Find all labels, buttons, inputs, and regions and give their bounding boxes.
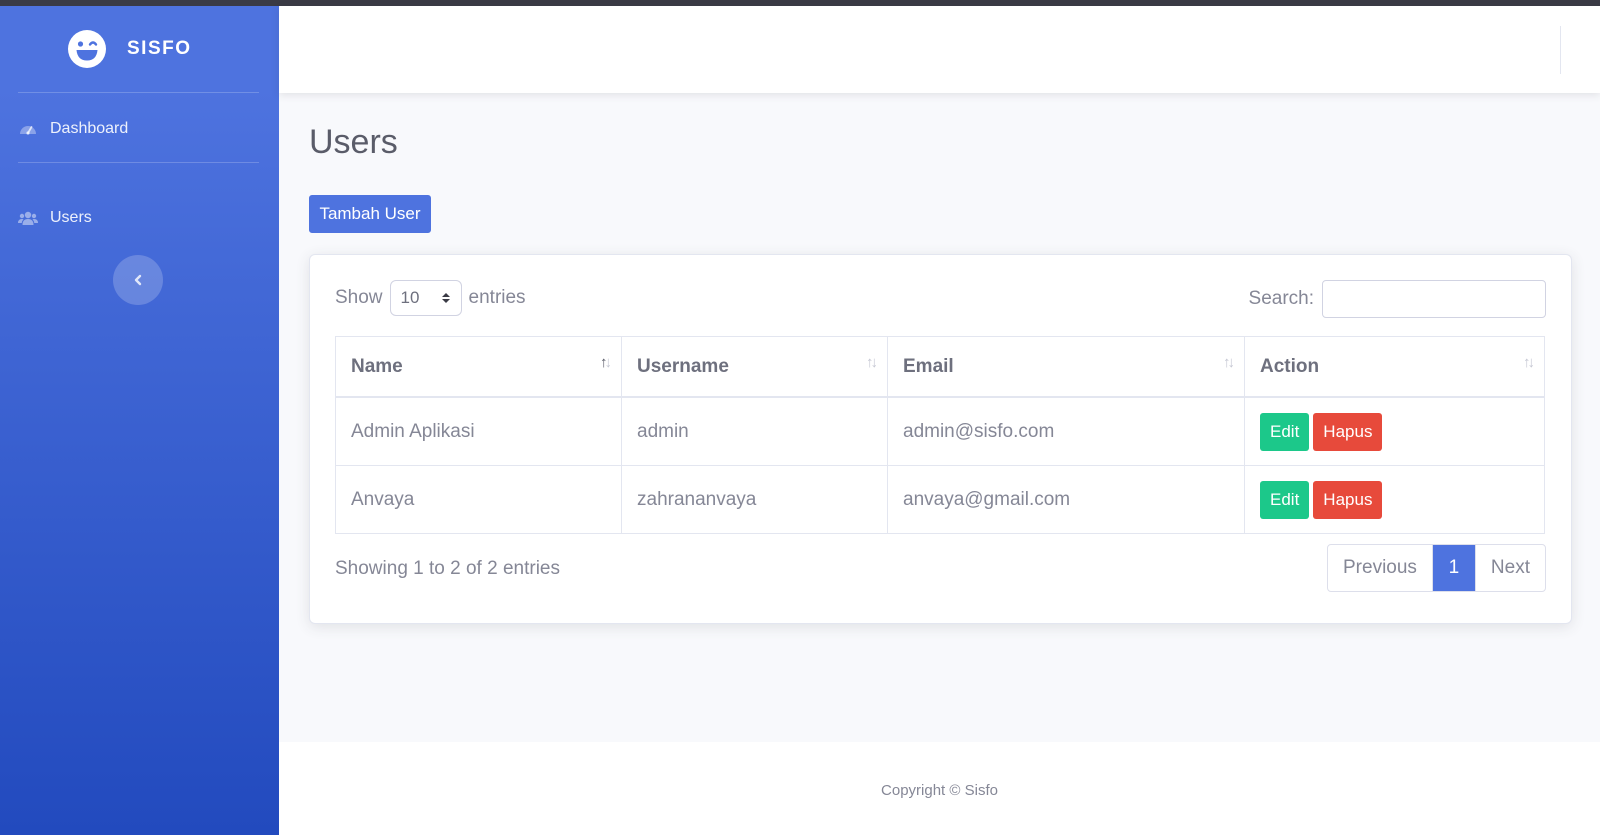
sidebar: SISFO Dashboard Users: [0, 6, 279, 835]
sidebar-divider: [18, 92, 259, 93]
users-table-card: Show 10 entries Search: Name ↑↓ Username…: [309, 254, 1572, 624]
edit-button[interactable]: Edit: [1260, 480, 1310, 519]
page-title: Users: [309, 123, 398, 161]
length-prefix: Show: [335, 287, 383, 308]
sort-icon: ↑↓: [1223, 354, 1235, 371]
users-table: Name ↑↓ Username ↑↓ Email ↑↓ Action ↑↓ A…: [335, 336, 1545, 534]
sidebar-toggle-button[interactable]: [113, 255, 163, 305]
length-suffix: entries: [468, 287, 526, 308]
sidebar-item-dashboard[interactable]: Dashboard: [18, 119, 128, 139]
cell-username: admin: [621, 396, 888, 466]
cell-action: Edit Hapus: [1244, 396, 1545, 466]
chevron-left-icon: [134, 274, 142, 286]
column-header-email[interactable]: Email ↑↓: [887, 336, 1245, 398]
sort-icon: ↑↓: [866, 354, 878, 371]
sort-icon: ↑↓: [600, 354, 612, 371]
sidebar-brand[interactable]: SISFO: [67, 29, 192, 69]
select-arrows-icon: [441, 293, 450, 303]
entries-length-control: Show 10 entries: [335, 280, 526, 316]
cell-username: zahrananvaya: [621, 465, 888, 534]
sidebar-divider: [18, 162, 259, 163]
cell-name: Anvaya: [335, 465, 622, 534]
users-icon: [18, 211, 38, 225]
cell-email: admin@sisfo.com: [887, 396, 1245, 466]
tachometer-icon: [20, 126, 36, 135]
sidebar-item-users[interactable]: Users: [18, 208, 92, 228]
sort-icon: ↑↓: [1523, 354, 1535, 371]
table-row: Anvaya zahrananvaya anvaya@gmail.com Edi…: [335, 465, 1545, 534]
pagination-page-1[interactable]: 1: [1431, 545, 1475, 591]
table-header-row: Name ↑↓ Username ↑↓ Email ↑↓ Action ↑↓: [335, 336, 1545, 398]
entries-per-page-select[interactable]: 10: [389, 280, 462, 316]
sidebar-item-label: Dashboard: [50, 120, 129, 137]
edit-button[interactable]: Edit: [1260, 412, 1310, 451]
footer: Copyright © Sisfo: [279, 742, 1600, 835]
cell-action: Edit Hapus: [1244, 465, 1545, 534]
delete-button[interactable]: Hapus: [1313, 480, 1383, 519]
column-header-name[interactable]: Name ↑↓: [335, 336, 622, 398]
cell-email: anvaya@gmail.com: [887, 465, 1245, 534]
search-input[interactable]: [1322, 280, 1546, 318]
column-header-username[interactable]: Username ↑↓: [621, 336, 888, 398]
table-row: Admin Aplikasi admin admin@sisfo.com Edi…: [335, 396, 1545, 466]
select-value: 10: [400, 288, 420, 307]
sidebar-item-label: Users: [50, 209, 92, 226]
table-search: Search:: [1249, 280, 1546, 318]
cell-name: Admin Aplikasi: [335, 396, 622, 466]
brand-name: SISFO: [127, 38, 192, 59]
pagination-previous[interactable]: Previous: [1328, 545, 1432, 591]
search-label: Search:: [1248, 288, 1314, 309]
table-info: Showing 1 to 2 of 2 entries: [335, 558, 560, 579]
pagination: Previous 1 Next: [1327, 544, 1546, 592]
laugh-wink-icon: [68, 30, 106, 68]
pagination-next[interactable]: Next: [1474, 545, 1545, 591]
add-user-button[interactable]: Tambah User: [309, 195, 431, 233]
topbar-divider: [1560, 26, 1561, 74]
copyright-text: Copyright © Sisfo: [881, 782, 998, 799]
column-header-action[interactable]: Action ↑↓: [1244, 336, 1545, 398]
topbar: [279, 6, 1600, 93]
delete-button[interactable]: Hapus: [1313, 412, 1383, 451]
